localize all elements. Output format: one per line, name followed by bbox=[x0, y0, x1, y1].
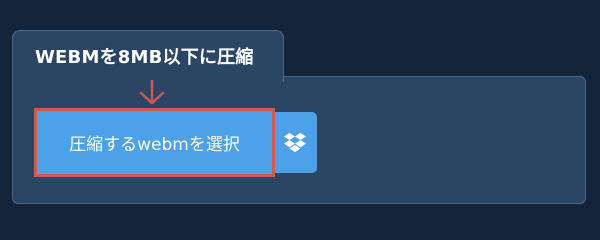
select-webm-button-label: 圧縮するwebmを選択 bbox=[69, 135, 240, 155]
panel-tab: WEBMを8MB以下に圧縮 bbox=[12, 30, 284, 82]
dropbox-button[interactable] bbox=[272, 112, 317, 173]
dropbox-icon bbox=[283, 132, 306, 152]
select-webm-button[interactable]: 圧縮するwebmを選択 bbox=[34, 108, 275, 177]
panel-title: WEBMを8MB以下に圧縮 bbox=[35, 47, 254, 68]
arrow-down-icon bbox=[139, 80, 165, 105]
